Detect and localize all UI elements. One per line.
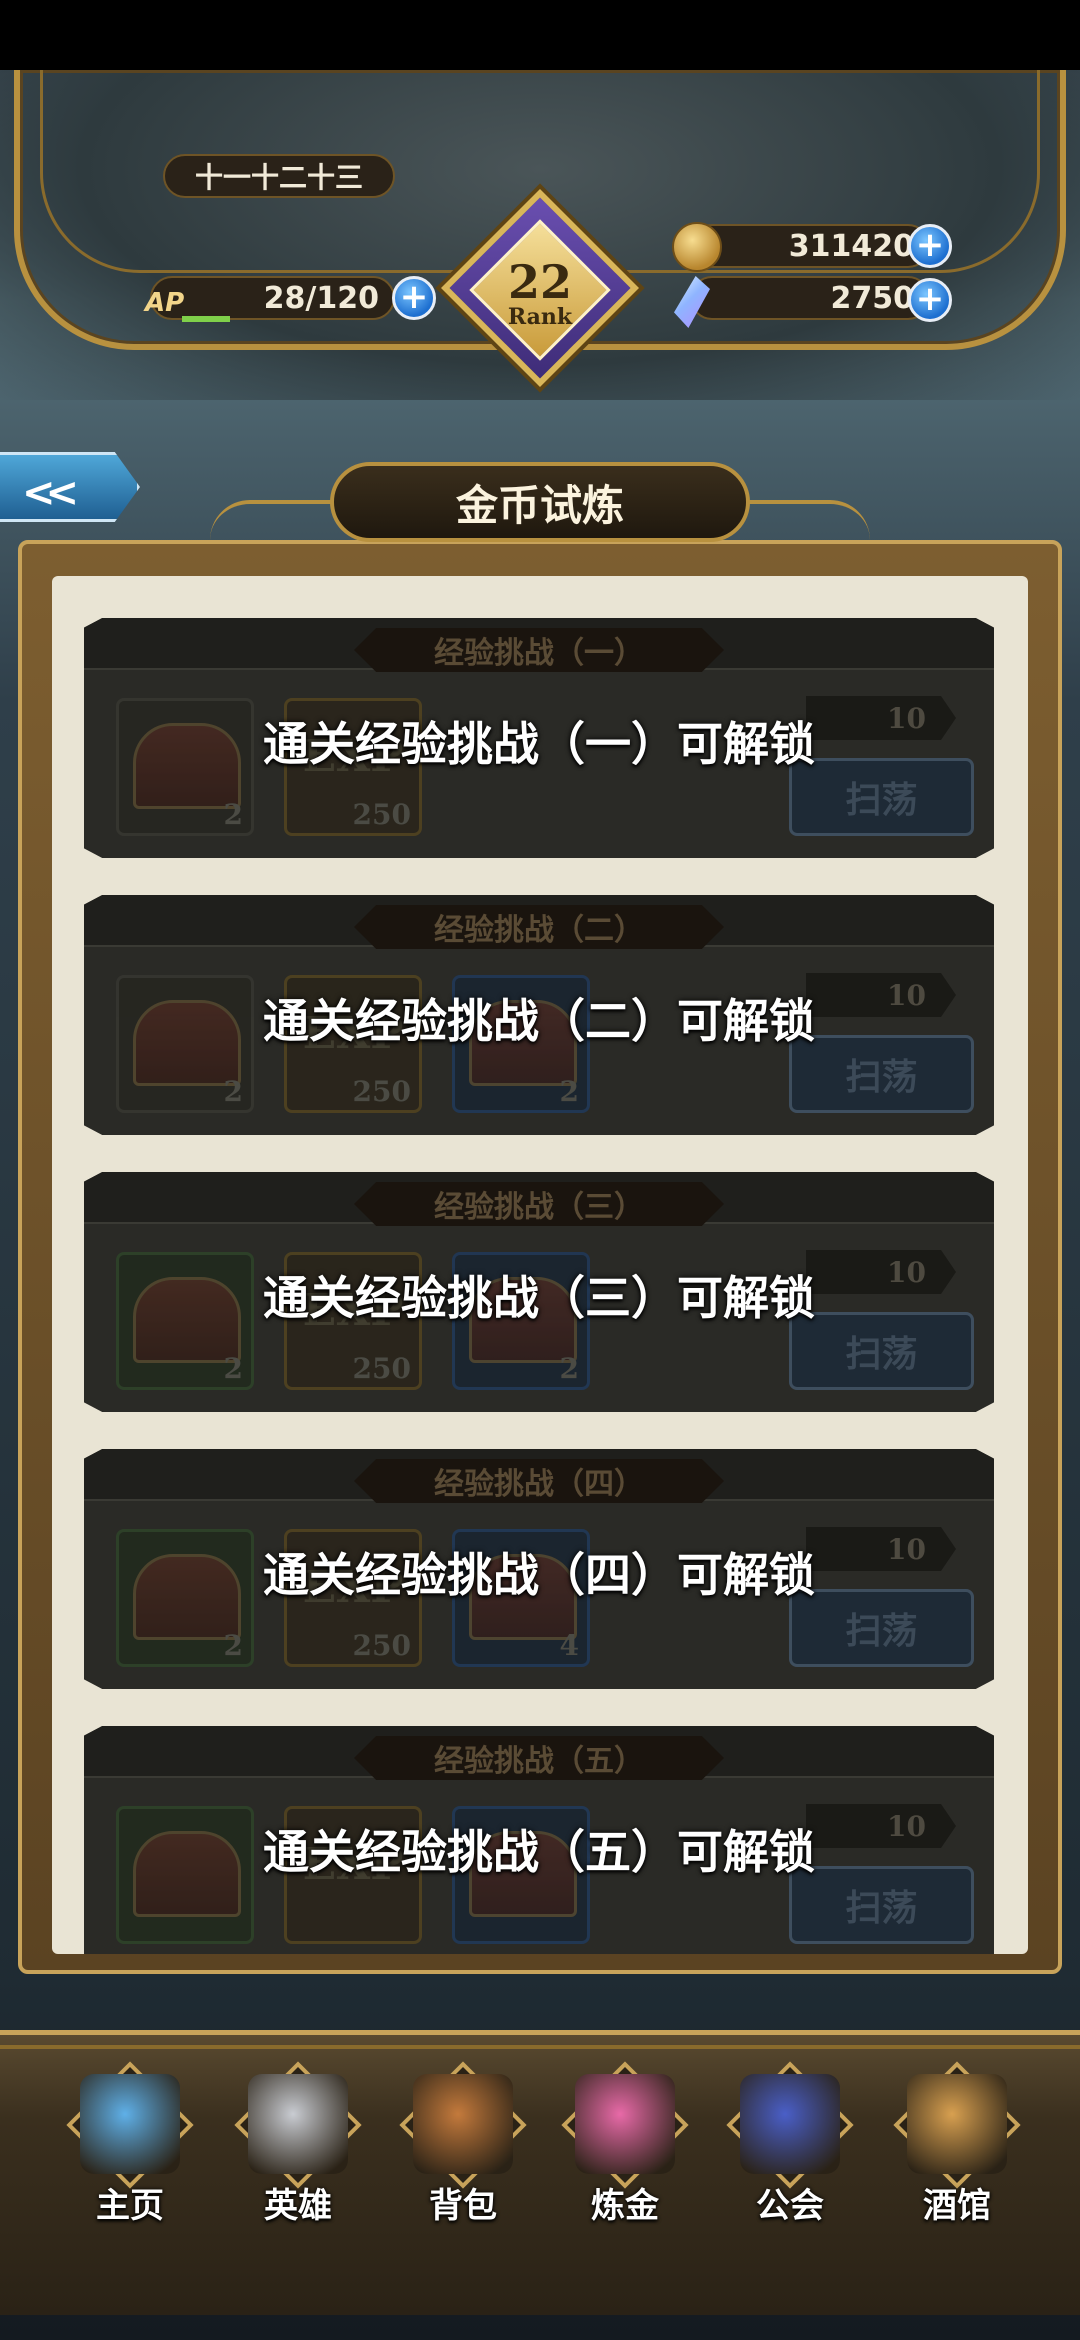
reward-slot[interactable]: 2: [116, 698, 254, 836]
sweep-button[interactable]: 扫荡: [789, 1312, 974, 1390]
reward-slot[interactable]: 2: [116, 975, 254, 1113]
backpack-icon: [413, 2074, 513, 2174]
nav-label: 英雄: [264, 2186, 332, 2226]
challenge-card[interactable]: 经验挑战（一） 2 EXP 250 10 扫荡 通关经验挑战（一）可解锁: [84, 618, 994, 858]
reward-slot[interactable]: 2: [452, 975, 590, 1113]
challenge-title: 经验挑战（二）: [354, 905, 724, 949]
exp-icon: EXP: [302, 1562, 404, 1613]
reward-count: 250: [352, 1352, 411, 1385]
beer-mug-icon: [907, 2074, 1007, 2174]
nav-label: 酒馆: [923, 2186, 991, 2226]
ap-label: AP: [145, 288, 185, 318]
reward-slot[interactable]: 2: [116, 1252, 254, 1390]
challenge-card[interactable]: 经验挑战（四） 2 EXP 250 4 10 扫荡 通关经验挑战（四）可解锁: [84, 1449, 994, 1689]
nav-label: 主页: [96, 2186, 164, 2226]
challenge-card[interactable]: 经验挑战（二） 2 EXP 250 2 10 扫荡 通关经验挑战（二）可解锁: [84, 895, 994, 1135]
challenge-card[interactable]: 经验挑战（五） EXP 10 扫荡 通关经验挑战（五）可解锁: [84, 1726, 994, 1954]
treasure-chest-icon: [469, 1000, 577, 1086]
challenge-list[interactable]: 经验挑战（一） 2 EXP 250 10 扫荡 通关经验挑战（一）可解锁 经验挑战（二） 2 EX…: [52, 576, 1028, 1954]
challenge-card[interactable]: 经验挑战（三） 2 EXP 250 2 10 扫荡 通关经验挑战（三）可解锁: [84, 1172, 994, 1412]
challenge-title: 经验挑战（五）: [354, 1736, 724, 1780]
challenge-title: 经验挑战（四）: [354, 1459, 724, 1503]
sweep-button[interactable]: 扫荡: [789, 1035, 974, 1113]
gem-counter: 2750: [690, 276, 930, 320]
reward-count: 2: [559, 1075, 579, 1108]
treasure-chest-icon: [469, 1831, 577, 1917]
ap-value: 28/120: [263, 280, 379, 316]
challenge-title: 经验挑战（三）: [354, 1182, 724, 1226]
nav-castle[interactable]: 主页: [55, 2060, 205, 2260]
stamina-cost: 10: [806, 696, 956, 740]
nav-label: 背包: [429, 2186, 497, 2226]
treasure-chest-icon: [469, 1277, 577, 1363]
reward-count: 2: [223, 1352, 243, 1385]
reward-slot[interactable]: EXP 250: [284, 698, 422, 836]
rank-number: 22: [507, 255, 572, 309]
reward-slot[interactable]: EXP 250: [284, 1529, 422, 1667]
nav-label: 公会: [756, 2186, 824, 2226]
ap-counter: 28/120: [150, 276, 395, 320]
reward-count: 2: [223, 1075, 243, 1108]
castle-icon: [80, 2074, 180, 2174]
exp-icon: EXP: [302, 1839, 404, 1890]
page-title: 金币试炼: [330, 462, 750, 542]
sweep-button[interactable]: 扫荡: [789, 758, 974, 836]
nav-guild-shield[interactable]: 公会: [715, 2060, 865, 2260]
gold-coin-icon: [672, 222, 722, 272]
stamina-cost: 10: [806, 1250, 956, 1294]
back-button[interactable]: [0, 452, 140, 522]
add-gold-button[interactable]: +: [908, 224, 952, 268]
reward-count: 2: [223, 798, 243, 831]
reward-slot[interactable]: EXP 250: [284, 1252, 422, 1390]
exp-icon: EXP: [302, 731, 404, 782]
nav-beer-mug[interactable]: 酒馆: [882, 2060, 1032, 2260]
nav-backpack[interactable]: 背包: [388, 2060, 538, 2260]
rank-label: Rank: [507, 304, 573, 330]
stamina-cost: 10: [806, 973, 956, 1017]
nav-potion[interactable]: 炼金: [550, 2060, 700, 2260]
exp-icon: EXP: [302, 1285, 404, 1336]
player-name[interactable]: 十一十二十三: [163, 154, 395, 198]
reward-slot[interactable]: EXP: [284, 1806, 422, 1944]
reward-count: 2: [223, 1629, 243, 1662]
treasure-chest-icon: [133, 1277, 241, 1363]
back-arrow-icon[interactable]: <<: [22, 470, 79, 516]
helmet-icon: [248, 2074, 348, 2174]
treasure-chest-icon: [133, 1831, 241, 1917]
title-ornament-left: [210, 500, 350, 544]
title-ornament-right: [730, 500, 870, 544]
potion-icon: [575, 2074, 675, 2174]
treasure-chest-icon: [133, 1000, 241, 1086]
stamina-cost: 10: [806, 1804, 956, 1848]
stamina-cost: 10: [806, 1527, 956, 1571]
add-gem-button[interactable]: +: [908, 278, 952, 322]
guild-shield-icon: [740, 2074, 840, 2174]
reward-slot[interactable]: [452, 1806, 590, 1944]
challenge-title: 经验挑战（一）: [354, 628, 724, 672]
sweep-button[interactable]: 扫荡: [789, 1866, 974, 1944]
reward-count: 2: [559, 1352, 579, 1385]
reward-count: 250: [352, 1629, 411, 1662]
treasure-chest-icon: [469, 1554, 577, 1640]
nav-label: 炼金: [591, 2186, 659, 2226]
reward-slot[interactable]: 4: [452, 1529, 590, 1667]
add-ap-button[interactable]: +: [392, 276, 436, 320]
nav-helmet[interactable]: 英雄: [223, 2060, 373, 2260]
reward-count: 250: [352, 1075, 411, 1108]
reward-slot[interactable]: 2: [116, 1529, 254, 1667]
gold-value: 311420: [788, 228, 914, 264]
reward-slot[interactable]: [116, 1806, 254, 1944]
exp-icon: EXP: [302, 1008, 404, 1059]
gold-counter: 311420: [690, 224, 930, 268]
treasure-chest-icon: [133, 723, 241, 809]
reward-count: 4: [559, 1629, 579, 1662]
reward-count: 250: [352, 798, 411, 831]
sweep-button[interactable]: 扫荡: [789, 1589, 974, 1667]
treasure-chest-icon: [133, 1554, 241, 1640]
gem-value: 2750: [830, 280, 915, 316]
reward-slot[interactable]: EXP 250: [284, 975, 422, 1113]
reward-slot[interactable]: 2: [452, 1252, 590, 1390]
ap-progress-bar: [182, 316, 230, 322]
